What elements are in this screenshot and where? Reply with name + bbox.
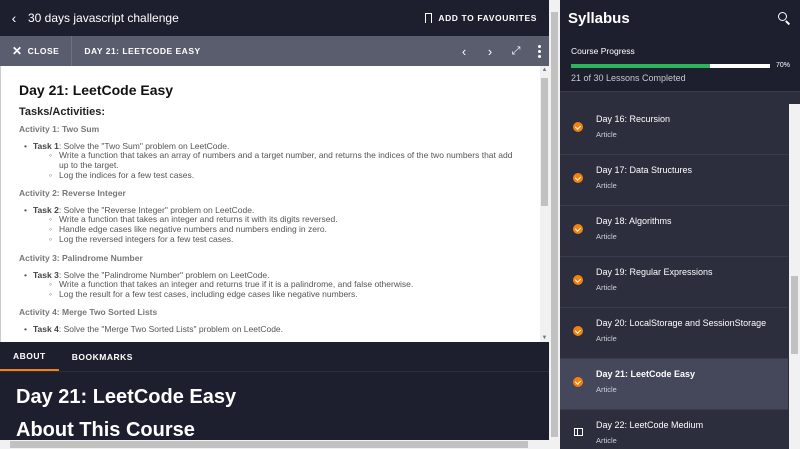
lesson-type: Article	[596, 130, 617, 139]
lesson-name: Day 18: Algorithms	[596, 216, 672, 226]
lesson-status	[560, 318, 596, 336]
lesson-item[interactable]: Day 20: LocalStorage and SessionStorage A…	[560, 308, 788, 359]
lesson-name: Day 20: LocalStorage and SessionStorage	[596, 318, 767, 328]
next-lesson-icon[interactable]: ›	[477, 44, 503, 59]
book-icon	[573, 428, 583, 436]
lesson-list: Day 16: Recursion Article Day 17: Data Str…	[560, 104, 788, 449]
search-icon[interactable]	[778, 12, 790, 24]
content-scrollbar[interactable]: ▲ ▼	[540, 66, 549, 342]
syllabus-title: Syllabus	[568, 9, 630, 27]
scroll-down-icon[interactable]: ▼	[541, 335, 548, 341]
scroll-up-icon[interactable]: ▲	[541, 67, 548, 73]
subtask-item: Log the result for a few test cases, inc…	[47, 289, 522, 300]
task-item: Task 1: Solve the "Two Sum" problem on L…	[19, 141, 522, 180]
lesson-type: Article	[596, 232, 617, 241]
close-icon: ✕	[12, 44, 23, 58]
lesson-name: Day 19: Regular Expressions	[596, 267, 713, 277]
task-item: Task 4: Solve the "Merge Two Sorted List…	[19, 324, 522, 334]
task-label: Task 3	[33, 269, 59, 280]
page-scroll-thumb[interactable]	[551, 12, 558, 437]
activity-heading: Activity 3: Palindrome Number	[19, 252, 143, 263]
lesson-status	[560, 369, 596, 387]
bookmark-icon	[424, 13, 433, 26]
lesson-name: Day 22: LeetCode Medium	[596, 420, 704, 430]
about-title: Day 21: LeetCode Easy	[16, 386, 237, 408]
task-item: Task 3: Solve the "Palindrome Number" pr…	[19, 270, 522, 300]
course-header: ‹ 30 days javascript challenge ADD TO FA…	[0, 0, 549, 36]
check-icon	[573, 122, 583, 132]
subtask-item: Log the reversed integers for a few test…	[47, 234, 522, 245]
lesson-name: Day 21: LeetCode Easy	[596, 369, 696, 379]
syllabus-header: Syllabus	[560, 0, 800, 36]
check-icon	[573, 326, 583, 336]
sidebar-scrollbar[interactable]	[789, 104, 800, 449]
progress-bar	[571, 63, 770, 68]
back-chevron-icon[interactable]: ‹	[0, 10, 28, 26]
add-to-favourites-label: ADD TO FAVOURITES	[438, 13, 537, 23]
more-options-icon[interactable]	[529, 44, 549, 58]
lesson-status	[560, 216, 596, 234]
lesson-name: DAY 21: LEETCODE EASY	[84, 46, 201, 56]
lesson-status	[560, 114, 596, 132]
lesson-item[interactable]: Day 17: Data Structures Article	[560, 155, 788, 206]
lesson-title: Day 21: LeetCode Easy	[19, 82, 174, 98]
lesson-item[interactable]: Day 19: Regular Expressions Article	[560, 257, 788, 308]
bottom-tabs: ABOUT BOOKMARKS	[0, 342, 549, 372]
lesson-item[interactable]: Day 21: LeetCode Easy Article	[560, 359, 788, 410]
check-icon	[573, 224, 583, 234]
lesson-type: Article	[596, 334, 617, 343]
subtask-item: Log the indices for a few test cases.	[47, 170, 522, 181]
activity-heading: Activity 1: Two Sum	[19, 124, 100, 134]
lesson-status	[560, 420, 596, 436]
close-label: CLOSE	[27, 46, 60, 56]
page-scrollbar[interactable]	[549, 0, 560, 449]
lesson-status	[560, 165, 596, 183]
tab-about[interactable]: ABOUT	[0, 342, 59, 371]
lessons-completed: 21 of 30 Lessons Completed	[571, 73, 686, 83]
close-button[interactable]: ✕ CLOSE	[0, 36, 73, 66]
task-label: Task 2	[33, 205, 59, 216]
about-section-heading: About This Course	[16, 419, 195, 441]
progress-fill	[571, 63, 711, 68]
lesson-item[interactable]: Day 16: Recursion Article	[560, 104, 788, 155]
activity-heading: Activity 4: Merge Two Sorted Lists	[19, 307, 158, 318]
horizontal-scrollbar[interactable]	[0, 440, 549, 449]
course-title: 30 days javascript challenge	[28, 11, 179, 25]
progress-label: Course Progress	[571, 46, 635, 56]
lesson-type: Article	[596, 436, 617, 445]
task-item: Task 2: Solve the "Reverse Integer" prob…	[19, 205, 522, 244]
syllabus-sidebar: Syllabus Course Progress 70% 21 of 30 Le…	[560, 0, 800, 449]
lesson-type: Article	[596, 181, 617, 190]
horizontal-scroll-thumb[interactable]	[10, 441, 528, 448]
lesson-toolbar: ✕ CLOSE DAY 21: LEETCODE EASY ‹ › ⤢	[0, 36, 549, 66]
task-label: Task 1	[33, 141, 59, 151]
progress-percent: 70%	[775, 62, 790, 69]
about-panel: Day 21: LeetCode Easy About This Course	[0, 372, 549, 449]
sidebar-scroll-thumb[interactable]	[791, 276, 798, 354]
add-to-favourites-button[interactable]: ADD TO FAVOURITES	[424, 13, 537, 26]
tasks-heading: Tasks/Activities:	[19, 106, 106, 118]
activity-heading: Activity 2: Reverse Integer	[19, 188, 126, 199]
task-text: : Solve the "Merge Two Sorted Lists" pro…	[58, 324, 284, 335]
content-scroll-thumb[interactable]	[541, 78, 548, 206]
course-progress: Course Progress 70% 21 of 30 Lessons Com…	[560, 36, 800, 92]
lesson-name: Day 17: Data Structures	[596, 165, 693, 175]
lesson-name: Day 16: Recursion	[596, 114, 671, 124]
lesson-content: Day 21: LeetCode Easy Tasks/Activities: …	[0, 66, 540, 342]
check-icon	[573, 275, 583, 285]
subtask-item: Write a function that takes an array of …	[47, 150, 522, 171]
lesson-type: Article	[596, 283, 617, 292]
lesson-status	[560, 267, 596, 285]
previous-lesson-icon[interactable]: ‹	[451, 44, 477, 59]
tab-bookmarks[interactable]: BOOKMARKS	[59, 342, 146, 371]
lesson-item[interactable]: Day 22: LeetCode Medium Article	[560, 410, 788, 449]
lesson-type: Article	[596, 385, 617, 394]
lesson-item[interactable]: Day 18: Algorithms Article	[560, 206, 788, 257]
check-icon	[573, 377, 583, 387]
check-icon	[573, 173, 583, 183]
expand-icon[interactable]: ⤢	[503, 45, 529, 58]
task-label: Task 4	[33, 324, 59, 335]
